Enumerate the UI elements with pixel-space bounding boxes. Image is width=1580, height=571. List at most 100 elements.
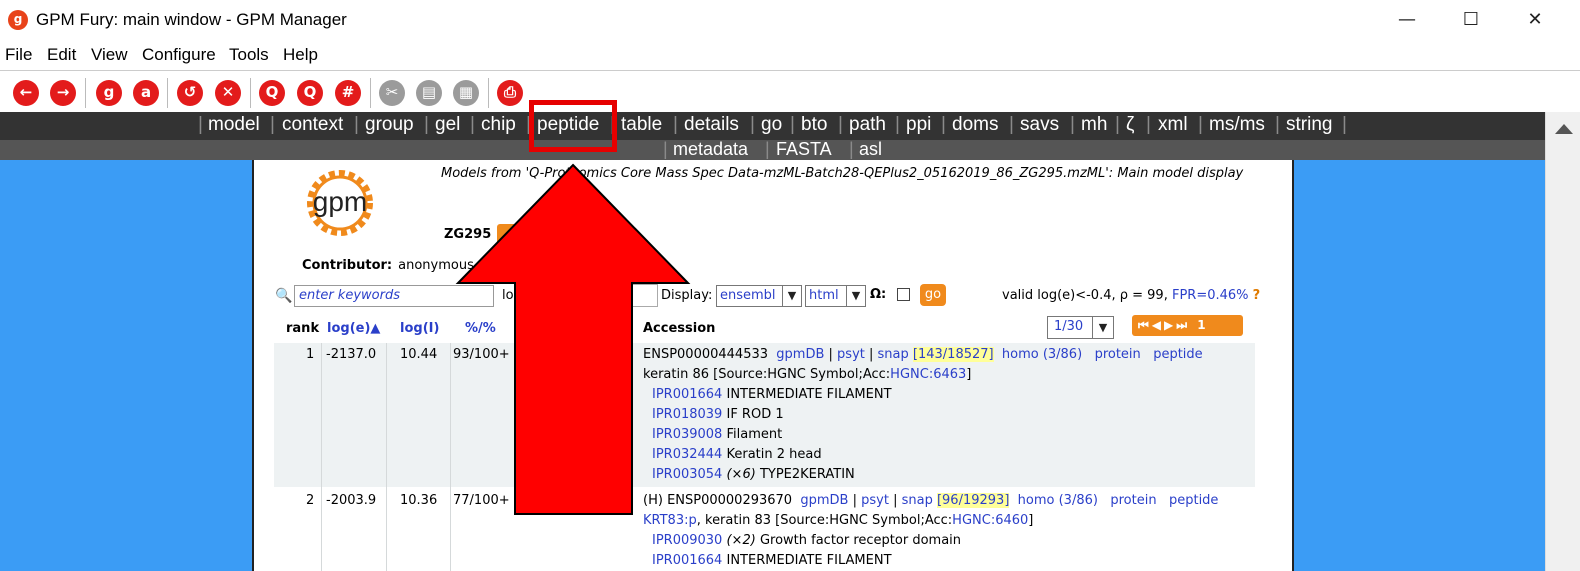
minimize-button[interactable]: — (1384, 4, 1430, 36)
contributor-label: Contributor: (302, 258, 393, 273)
nav-asl[interactable]: asl (859, 139, 882, 160)
back-icon[interactable]: ← (13, 80, 39, 106)
snap-link[interactable]: snap (902, 493, 933, 508)
nav-bto[interactable]: bto (801, 114, 827, 136)
hgnc-link[interactable]: HGNC:6460 (952, 513, 1028, 528)
nav-string[interactable]: string (1286, 114, 1332, 136)
ipr-link[interactable]: IPR009030 (652, 533, 722, 548)
psyt-link[interactable]: psyt (837, 347, 865, 362)
cut-icon[interactable]: ✂ (379, 80, 405, 106)
nav-doms[interactable]: doms (952, 114, 998, 136)
peptide-link[interactable]: peptide (1169, 493, 1218, 508)
gpmdb-link[interactable]: gpmDB (776, 347, 824, 362)
nav-model[interactable]: model (208, 114, 260, 136)
ipr-text: TYPE2KERATIN (759, 467, 855, 482)
ipr-entry: IPR039008 Filament (652, 427, 782, 442)
title-bar: g GPM Fury: main window - GPM Manager — … (0, 0, 1580, 40)
peptide-link[interactable]: peptide (1153, 347, 1202, 362)
forward-icon[interactable]: → (50, 80, 76, 106)
header-pct[interactable]: %/% (465, 321, 496, 336)
close-button[interactable]: ✕ (1512, 4, 1558, 36)
vertical-scrollbar[interactable] (1545, 112, 1580, 571)
main-content: gpm Models from 'Q-Proteomics Core Mass … (252, 160, 1294, 571)
format-select[interactable]: html ▼ (805, 285, 866, 307)
menu-view[interactable]: View (91, 45, 128, 65)
homo-link[interactable]: homo (3/86) (1018, 493, 1098, 508)
go-button[interactable]: go (920, 284, 946, 306)
maximize-button[interactable]: ☐ (1448, 4, 1494, 36)
stop-icon[interactable]: ✕ (215, 80, 241, 106)
print-icon[interactable]: ⎙ (497, 80, 523, 106)
model-badge[interactable] (497, 224, 521, 244)
copy-icon[interactable]: ▤ (416, 80, 442, 106)
nav-ppi[interactable]: ppi (906, 114, 931, 136)
nav-gel[interactable]: gel (435, 114, 460, 136)
nav-go[interactable]: go (761, 114, 782, 136)
accession-id: ENSP00000444533 (643, 347, 769, 362)
ipr-link[interactable]: IPR001664 (652, 553, 722, 568)
ipr-multiplier: (×6) (726, 467, 756, 482)
nav-chip[interactable]: chip (481, 114, 516, 136)
search-icon[interactable]: Q (259, 80, 285, 106)
threshold-input[interactable]: 0 (614, 284, 658, 307)
menu-configure[interactable]: Configure (142, 45, 216, 65)
omega-label: Ω: (870, 287, 887, 302)
nav-msms[interactable]: ms/ms (1209, 114, 1265, 136)
ipr-link[interactable]: IPR018039 (652, 407, 722, 422)
nav-xml[interactable]: xml (1158, 114, 1188, 136)
nav-context[interactable]: context (282, 114, 343, 136)
nav-group[interactable]: group (365, 114, 414, 136)
menu-help[interactable]: Help (283, 45, 318, 65)
format-select-value: html (809, 288, 839, 303)
snap-link[interactable]: snap (878, 347, 909, 362)
nav-fasta[interactable]: FASTA (776, 139, 832, 160)
protein-link[interactable]: protein (1110, 493, 1156, 508)
menu-edit[interactable]: Edit (47, 45, 76, 65)
a-icon[interactable]: a (133, 80, 159, 106)
header-logi[interactable]: log(I) (400, 321, 439, 336)
validity-summary: valid log(e)<-0.4, ρ = 99, FPR=0.46% ? (1002, 288, 1260, 303)
pager-nav[interactable]: ⏮◀▶⏭ 1 (1132, 315, 1243, 336)
menu-tools[interactable]: Tools (229, 45, 269, 65)
hgnc-link[interactable]: HGNC:6463 (890, 367, 966, 382)
homo-link[interactable]: homo (3/86) (1002, 347, 1082, 362)
fpr-link[interactable]: FPR=0.46% (1172, 288, 1249, 303)
accession-id: ENSP00000293670 (667, 493, 793, 508)
nav-path[interactable]: path (849, 114, 886, 136)
nav-table[interactable]: table (621, 114, 662, 136)
g-icon[interactable]: g (96, 80, 122, 106)
row-rank: 1 (306, 347, 315, 362)
contributor: Contributor: anonymous (302, 258, 474, 273)
nav-mh[interactable]: mh (1081, 114, 1107, 136)
search-plus-icon[interactable]: Q (297, 80, 323, 106)
nav-details[interactable]: details (684, 114, 739, 136)
nav-metadata[interactable]: metadata (673, 139, 748, 160)
ipr-link[interactable]: IPR003054 (652, 467, 722, 482)
gene-link[interactable]: KRT83:p (643, 513, 697, 528)
ipr-link[interactable]: IPR001664 (652, 387, 722, 402)
page-select[interactable]: 1/30 ▼ (1047, 316, 1114, 339)
gpmdb-link[interactable]: gpmDB (800, 493, 848, 508)
omega-checkbox[interactable] (897, 288, 910, 301)
snap-value[interactable]: [143/18527] (912, 347, 994, 362)
nav-zeta[interactable]: ζ (1126, 114, 1134, 136)
nav-savs[interactable]: savs (1020, 114, 1059, 136)
ipr-entry: IPR001664 INTERMEDIATE FILAMENT (652, 387, 892, 402)
chevron-down-icon: ▼ (1092, 317, 1113, 338)
accession-prefix: (H) (643, 493, 663, 508)
paste-icon[interactable]: ▦ (453, 80, 479, 106)
menu-file[interactable]: File (5, 45, 32, 65)
help-icon[interactable]: ? (1253, 288, 1261, 303)
models-heading: Models from 'Q-Proteomics Core Mass Spec… (441, 166, 1244, 181)
hash-icon[interactable]: # (335, 80, 361, 106)
snap-value[interactable]: [96/19293] (936, 493, 1010, 508)
search-input[interactable]: enter keywords (294, 285, 494, 307)
display-select[interactable]: ensembl ▼ (716, 285, 802, 307)
ipr-link[interactable]: IPR039008 (652, 427, 722, 442)
psyt-link[interactable]: psyt (861, 493, 889, 508)
protein-link[interactable]: protein (1095, 347, 1141, 362)
header-loge[interactable]: log(e)▲ (327, 321, 380, 336)
refresh-icon[interactable]: ↺ (177, 80, 203, 106)
ipr-link[interactable]: IPR032444 (652, 447, 722, 462)
scroll-up-icon[interactable] (1555, 124, 1573, 134)
